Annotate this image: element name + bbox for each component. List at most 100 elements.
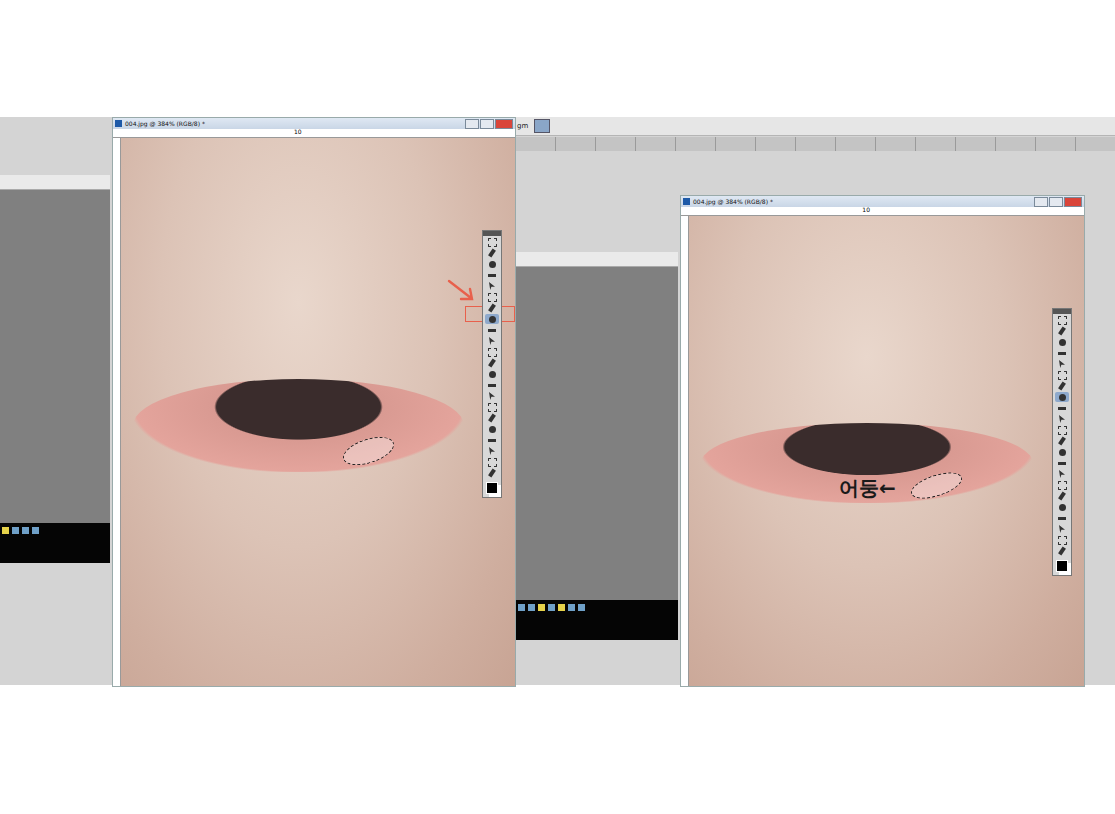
color-swatch-icon[interactable] (1056, 560, 1068, 572)
close-button[interactable] (1064, 197, 1082, 207)
tool-button[interactable] (485, 358, 499, 368)
tool-button[interactable] (1055, 436, 1069, 446)
minimize-button[interactable] (1034, 197, 1048, 207)
tool-button[interactable] (485, 292, 499, 302)
tool-button[interactable] (485, 380, 499, 390)
photo-canvas[interactable]: 어둥← (689, 216, 1084, 686)
tool-icon (488, 329, 496, 332)
document-window[interactable]: 004.jpg @ 384% (RGB/8) * 10 어둥← (680, 195, 1085, 687)
workspace (0, 190, 110, 523)
workspace (516, 267, 678, 600)
tool-icon (489, 426, 496, 433)
tool-button[interactable] (1055, 425, 1069, 435)
tool-button[interactable] (1055, 392, 1069, 402)
tool-icon (1059, 449, 1066, 456)
toolbox[interactable] (482, 230, 502, 498)
tool-icon (1059, 470, 1065, 478)
panel-tab[interactable]: gm (517, 122, 528, 130)
arrow-icon (447, 278, 477, 306)
tool-button[interactable] (485, 303, 499, 313)
tool-button[interactable] (485, 424, 499, 434)
window-title: 004.jpg @ 384% (RGB/8) * (693, 198, 773, 205)
tool-button[interactable] (485, 369, 499, 379)
document-window[interactable]: 004.jpg @ 384% (RGB/8) *10 (112, 117, 516, 687)
tool-button[interactable] (485, 325, 499, 335)
tool-icon (1059, 504, 1066, 511)
tool-button[interactable] (485, 413, 499, 423)
tool-icon (489, 447, 495, 455)
tool-icon (488, 384, 496, 387)
tool-icon (488, 458, 497, 467)
tool-button[interactable] (485, 446, 499, 456)
tool-button[interactable] (485, 336, 499, 346)
close-button[interactable] (495, 119, 513, 129)
desktop: gm004.jpg @ 384% (RGB/8) *10004.jpg @ 38… (0, 117, 1115, 685)
tool-icon (1058, 492, 1066, 501)
tool-button[interactable] (1055, 469, 1069, 479)
background-app-window (516, 252, 678, 640)
workspace-button[interactable] (534, 119, 550, 133)
tool-icon (1058, 407, 1066, 410)
tool-button[interactable] (485, 281, 499, 291)
tool-icon (1058, 382, 1066, 391)
tool-button[interactable] (485, 402, 499, 412)
toolbox-header[interactable] (1053, 309, 1071, 314)
tool-button[interactable] (485, 435, 499, 445)
tool-icon (1058, 517, 1066, 520)
tool-button[interactable] (1055, 315, 1069, 325)
tool-button[interactable] (1055, 359, 1069, 369)
menu-bar (0, 175, 110, 190)
tool-button[interactable] (485, 237, 499, 247)
tool-button[interactable] (1055, 480, 1069, 490)
tool-button[interactable] (485, 457, 499, 467)
tool-button[interactable] (485, 259, 499, 269)
tool-icon (1058, 426, 1067, 435)
tool-button[interactable] (1055, 381, 1069, 391)
tool-button[interactable] (1055, 491, 1069, 501)
tool-icon (488, 238, 497, 247)
tool-icon (1058, 371, 1067, 380)
tool-icon (1059, 339, 1066, 346)
color-swatch-icon[interactable] (486, 482, 498, 494)
title-bar[interactable]: 004.jpg @ 384% (RGB/8) * (113, 118, 515, 129)
vertical-ruler (681, 216, 689, 686)
tool-button[interactable] (1055, 447, 1069, 457)
tool-button[interactable] (1055, 458, 1069, 468)
minimize-button[interactable] (465, 119, 479, 129)
maximize-button[interactable] (480, 119, 494, 129)
tool-button[interactable] (1055, 414, 1069, 424)
maximize-button[interactable] (1049, 197, 1063, 207)
tool-button[interactable] (1055, 502, 1069, 512)
tool-button[interactable] (1055, 370, 1069, 380)
tool-button[interactable] (1055, 513, 1069, 523)
tool-button[interactable] (485, 314, 499, 324)
toolbox[interactable] (1052, 308, 1072, 576)
menu-bar (516, 252, 678, 267)
toolbox-header[interactable] (483, 231, 501, 236)
tool-button[interactable] (1055, 348, 1069, 358)
photo-lips (133, 379, 464, 472)
tool-button[interactable] (1055, 337, 1069, 347)
photo-canvas[interactable] (121, 138, 515, 686)
tool-icon (488, 304, 496, 313)
tool-icon (489, 392, 495, 400)
tool-button[interactable] (1055, 403, 1069, 413)
tool-button[interactable] (485, 248, 499, 258)
tool-button[interactable] (485, 391, 499, 401)
tool-button[interactable] (1055, 535, 1069, 545)
ruler-number: 10 (862, 206, 870, 213)
tool-icon (488, 348, 497, 357)
tool-button[interactable] (1055, 326, 1069, 336)
tool-button[interactable] (1055, 546, 1069, 556)
title-bar[interactable]: 004.jpg @ 384% (RGB/8) * (681, 196, 1084, 207)
tool-button[interactable] (485, 270, 499, 280)
background-app-window (0, 175, 110, 563)
tool-button[interactable] (485, 468, 499, 478)
tool-button[interactable] (485, 347, 499, 357)
tool-button[interactable] (1055, 524, 1069, 534)
tool-icon (489, 371, 496, 378)
tool-icon (1058, 536, 1067, 545)
horizontal-ruler: 10 (681, 207, 1084, 216)
options-bar: gm (515, 117, 1115, 136)
tool-icon (488, 414, 496, 423)
